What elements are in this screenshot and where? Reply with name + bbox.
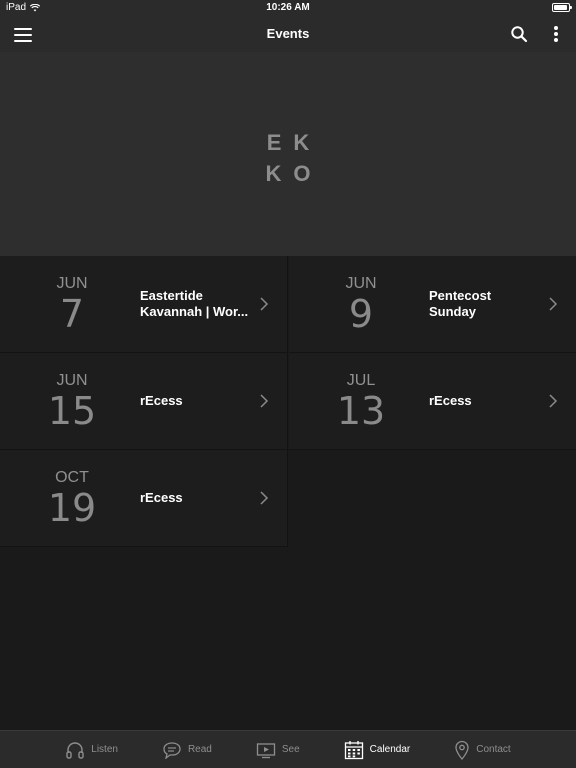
event-date: JUN 15 — [20, 371, 124, 431]
tab-bar: Listen Read See Calendar Contact — [0, 730, 576, 768]
ekko-logo: EK KO — [0, 127, 576, 189]
status-time: 10:26 AM — [266, 2, 310, 13]
tab-label: Read — [187, 744, 212, 755]
page-title: Events — [266, 26, 310, 41]
event-card[interactable]: JUN 15 rEcess — [0, 353, 288, 450]
status-right — [552, 3, 572, 12]
tab-read[interactable]: Read — [140, 731, 234, 768]
event-day: 19 — [47, 486, 97, 530]
event-card[interactable]: JUN 7 Eastertide Kavannah | Wor... — [0, 256, 288, 353]
tab-contact[interactable]: Contact — [432, 731, 532, 768]
tab-calendar[interactable]: Calendar — [322, 731, 433, 768]
event-title: rEcess — [140, 393, 252, 409]
battery-icon — [552, 3, 572, 12]
event-title-line: rEcess — [140, 393, 183, 408]
event-title-line: Pentecost — [429, 288, 492, 303]
chevron-right-icon — [549, 297, 558, 311]
event-card[interactable]: OCT 19 rEcess — [0, 450, 288, 547]
event-month: OCT — [55, 469, 89, 486]
event-month: JUN — [56, 372, 88, 389]
event-date: JUN 7 — [20, 274, 124, 334]
event-title-line: Kavannah | Wor... — [140, 304, 249, 319]
chevron-right-icon — [260, 394, 269, 408]
calendar-icon — [344, 740, 363, 759]
nav-bar: Events — [0, 16, 576, 52]
chevron-right-icon — [260, 297, 269, 311]
logo-line: KO — [265, 161, 323, 186]
event-title: Eastertide Kavannah | Wor... — [140, 288, 252, 320]
event-title: rEcess — [140, 490, 252, 506]
tab-see[interactable]: See — [234, 731, 322, 768]
event-month: JUL — [346, 372, 376, 389]
event-title-line: Eastertide — [140, 288, 203, 303]
tab-label: Contact — [476, 744, 511, 755]
more-vertical-icon-dot — [554, 26, 558, 30]
event-title-line: rEcess — [140, 490, 183, 505]
location-pin-icon — [455, 740, 469, 760]
more-vertical-icon-dot — [554, 32, 558, 36]
event-date: JUL 13 — [309, 371, 413, 431]
event-day: 7 — [59, 292, 85, 336]
chat-bubble-icon — [163, 741, 181, 759]
event-card[interactable]: JUN 9 Pentecost Sunday — [289, 256, 576, 353]
logo-line: EK — [266, 130, 322, 155]
event-date: OCT 19 — [20, 468, 124, 528]
event-day: 13 — [336, 389, 386, 433]
chevron-right-icon — [260, 491, 269, 505]
video-icon — [256, 742, 276, 758]
chevron-right-icon — [549, 394, 558, 408]
event-day: 9 — [348, 292, 374, 336]
event-title-line: rEcess — [429, 393, 472, 408]
event-month: JUN — [345, 275, 377, 292]
search-icon[interactable] — [510, 25, 528, 43]
more-options-button[interactable] — [552, 25, 560, 43]
event-card[interactable]: JUL 13 rEcess — [289, 353, 576, 450]
battery-level — [554, 5, 567, 10]
event-title: rEcess — [429, 393, 541, 409]
event-title: Pentecost Sunday — [429, 288, 541, 320]
tab-label: Listen — [91, 744, 118, 755]
event-day: 15 — [47, 389, 97, 433]
more-vertical-icon-dot — [554, 38, 558, 42]
event-title-line: Sunday — [429, 304, 476, 319]
status-bar: iPad 10:26 AM — [0, 0, 576, 16]
tab-listen[interactable]: Listen — [43, 731, 140, 768]
tab-label: Calendar — [369, 744, 411, 755]
event-date: JUN 9 — [309, 274, 413, 334]
hero-banner: EK KO — [0, 52, 576, 256]
tab-label: See — [281, 744, 300, 755]
event-month: JUN — [56, 275, 88, 292]
headphones-icon — [66, 741, 84, 759]
